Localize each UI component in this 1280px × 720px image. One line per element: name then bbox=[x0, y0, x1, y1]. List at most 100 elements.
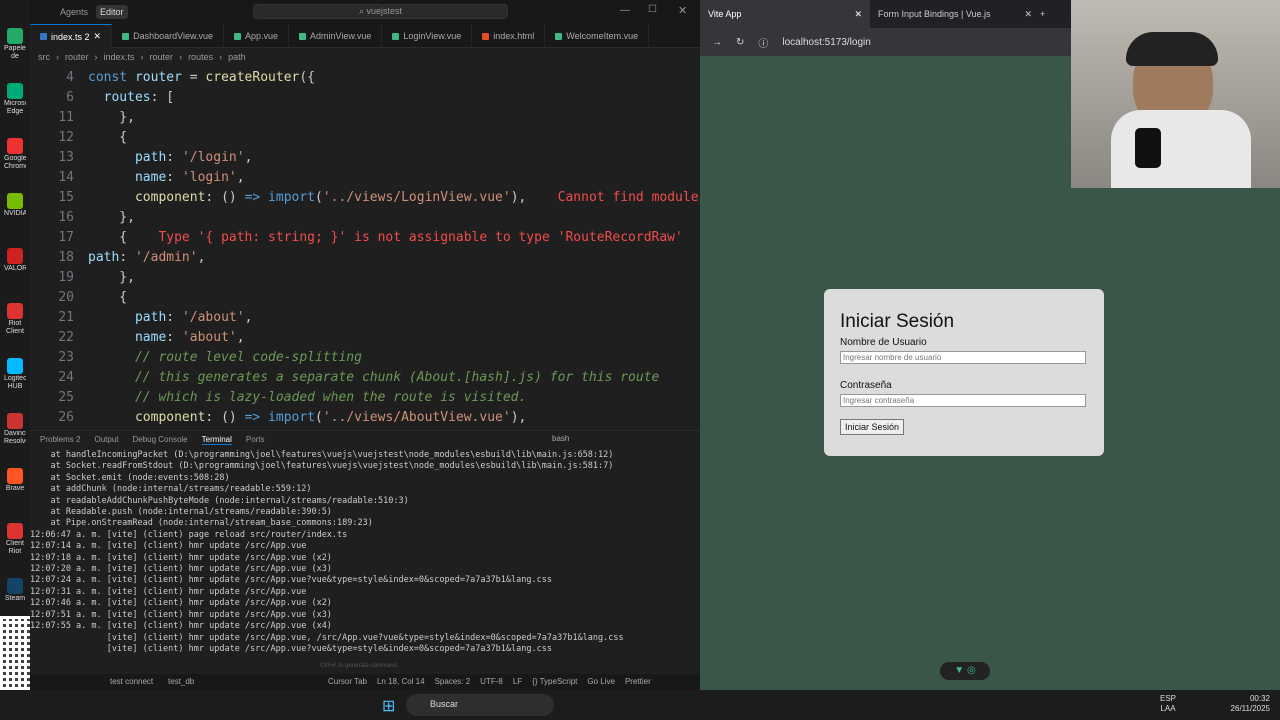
status-item[interactable]: Cursor Tab bbox=[328, 677, 367, 686]
code-editor: Agents Editor ⌕ vuejstest — ☐ ✕ index.ts… bbox=[30, 0, 700, 690]
login-button[interactable]: Iniciar Sesión bbox=[840, 419, 905, 435]
code-line[interactable]: { bbox=[88, 290, 127, 305]
forward-icon[interactable]: → bbox=[712, 37, 722, 48]
editor-tab[interactable]: DashboardView.vue bbox=[112, 24, 224, 48]
chevron-right-icon: › bbox=[140, 52, 144, 62]
editor-toggle[interactable]: Editor bbox=[96, 5, 128, 19]
desktop-icon[interactable]: Logitech HUB bbox=[4, 358, 26, 391]
breadcrumb-item[interactable]: router bbox=[65, 52, 89, 62]
username-label: Nombre de Usuario bbox=[840, 337, 927, 348]
password-input[interactable]: Ingresar contraseña bbox=[840, 394, 1086, 407]
breadcrumb-item[interactable]: path bbox=[228, 52, 246, 62]
command-search[interactable]: ⌕ vuejstest bbox=[253, 4, 508, 19]
desktop-icon[interactable]: Steam bbox=[4, 578, 26, 611]
language-indicator[interactable]: ESP LAA bbox=[1160, 694, 1176, 714]
tab-close-icon[interactable]: ✕ bbox=[854, 9, 862, 20]
code-line[interactable]: name: 'login', bbox=[88, 170, 245, 185]
file-icon bbox=[122, 32, 130, 40]
clock[interactable]: 00:32 26/11/2025 bbox=[1220, 694, 1270, 714]
desktop-icon[interactable]: VALORANT bbox=[4, 248, 26, 281]
panel-tab[interactable]: Output bbox=[94, 435, 118, 444]
status-item[interactable]: LF bbox=[513, 677, 522, 686]
code-line[interactable]: { Type '{ path: string; }' is not assign… bbox=[88, 230, 683, 245]
status-connection[interactable]: test connect bbox=[110, 677, 153, 686]
app-icon bbox=[7, 523, 23, 539]
editor-tab[interactable]: index.ts 2 ✕ bbox=[30, 24, 113, 48]
editor-tab[interactable]: WelcomeItem.vue bbox=[545, 24, 650, 48]
desktop-icon-label: Riot Client bbox=[6, 320, 24, 335]
status-item[interactable]: Ln 18, Col 14 bbox=[377, 677, 425, 686]
panel-tab[interactable]: Problems 2 bbox=[40, 435, 80, 444]
taskbar-search[interactable]: Buscar bbox=[406, 694, 554, 716]
desktop-icon[interactable]: NVIDIA bbox=[4, 193, 26, 226]
desktop-icon-label: NVIDIA bbox=[4, 210, 26, 217]
code-line[interactable]: routes: [ bbox=[88, 90, 174, 105]
tab-close-icon[interactable]: ✕ bbox=[1024, 9, 1032, 20]
status-item[interactable]: {} TypeScript bbox=[532, 677, 577, 686]
username-input[interactable]: Ingresar nombre de usuario bbox=[840, 351, 1086, 364]
info-icon[interactable]: ⓘ bbox=[758, 35, 768, 50]
tab-close-icon[interactable]: ✕ bbox=[94, 31, 102, 42]
terminal-line: 12:07:18 a. m. [vite] (client) hmr updat… bbox=[30, 552, 332, 563]
app-icon bbox=[7, 303, 23, 319]
terminal-shell[interactable]: bash bbox=[552, 434, 569, 443]
code-line[interactable]: // this generates a separate chunk (Abou… bbox=[88, 370, 659, 385]
terminal-line: [vite] (client) hmr update /src/App.vue,… bbox=[30, 632, 624, 643]
url-field[interactable]: localhost:5173/login bbox=[782, 37, 870, 48]
status-bar: test connect test_db Cursor Tab Ln 18, Co… bbox=[30, 674, 700, 690]
editor-tab-label: index.ts 2 bbox=[51, 31, 90, 42]
windows-start-icon[interactable]: ⊞ bbox=[382, 696, 395, 716]
desktop-icon[interactable]: Google Chrome bbox=[4, 138, 26, 171]
status-db[interactable]: test_db bbox=[168, 677, 194, 686]
code-line[interactable]: component: () => import('../views/LoginV… bbox=[88, 190, 699, 205]
code-line[interactable]: const router = createRouter({ bbox=[88, 70, 315, 85]
code-line[interactable]: path: '/admin', bbox=[88, 250, 205, 265]
code-line[interactable]: name: 'about', bbox=[88, 330, 245, 345]
code-line[interactable]: path: '/login', bbox=[88, 150, 252, 165]
code-line[interactable]: }, bbox=[88, 210, 135, 225]
minimize-icon[interactable]: — bbox=[620, 5, 630, 16]
breadcrumb-item[interactable]: routes bbox=[188, 52, 213, 62]
code-line[interactable]: }, bbox=[88, 270, 135, 285]
status-item[interactable]: Go Live bbox=[587, 677, 615, 686]
desktop-icon[interactable]: Davinci Resolve bbox=[4, 413, 26, 446]
code-line[interactable]: { bbox=[88, 130, 127, 145]
new-tab-icon[interactable]: + bbox=[1040, 9, 1045, 19]
terminal-output[interactable]: at handleIncomingPacket (D:\programming\… bbox=[30, 450, 700, 675]
desktop-icon[interactable]: Client Riot Desktop bbox=[4, 523, 26, 556]
reload-icon[interactable]: ↻ bbox=[736, 37, 744, 48]
status-item[interactable]: Prettier bbox=[625, 677, 651, 686]
code-area[interactable]: 4 const router = createRouter({6 routes: … bbox=[30, 66, 700, 428]
code-line[interactable]: // route level code-splitting bbox=[88, 350, 362, 365]
code-line[interactable]: path: '/about', bbox=[88, 310, 252, 325]
breadcrumb-item[interactable]: index.ts bbox=[104, 52, 135, 62]
terminal-line: 12:07:31 a. m. [vite] (client) hmr updat… bbox=[30, 586, 307, 597]
browser-tab[interactable]: Vite App ✕ bbox=[700, 0, 870, 28]
desktop-icon[interactable]: Brave bbox=[4, 468, 26, 501]
panel-tab[interactable]: Ports bbox=[246, 435, 265, 444]
desktop-icon[interactable]: Riot Client bbox=[4, 303, 26, 336]
panel-tab[interactable]: Terminal bbox=[201, 435, 232, 445]
editor-tab[interactable]: AdminView.vue bbox=[289, 24, 383, 48]
editor-tab[interactable]: LoginView.vue bbox=[382, 24, 473, 48]
panel-tab[interactable]: Debug Console bbox=[132, 435, 187, 444]
line-number: 12 bbox=[58, 130, 74, 145]
browser-tab[interactable]: Form Input Bindings | Vue.js ✕ bbox=[870, 0, 1040, 28]
file-icon bbox=[555, 32, 563, 40]
code-line[interactable]: }, bbox=[88, 110, 135, 125]
maximize-icon[interactable]: ☐ bbox=[648, 4, 657, 15]
breadcrumb-item[interactable]: src bbox=[38, 52, 50, 62]
agents-toggle[interactable]: Agents bbox=[60, 7, 88, 17]
code-line[interactable]: component: () => import('../views/AboutV… bbox=[88, 410, 526, 425]
code-line[interactable]: // which is lazy-loaded when the route i… bbox=[88, 390, 526, 405]
password-label: Contraseña bbox=[840, 380, 892, 391]
status-item[interactable]: UTF-8 bbox=[480, 677, 503, 686]
desktop-icon[interactable]: Microsoft Edge bbox=[4, 83, 26, 116]
close-icon[interactable]: ✕ bbox=[678, 4, 687, 17]
editor-tab[interactable]: App.vue bbox=[224, 24, 289, 48]
status-item[interactable]: Spaces: 2 bbox=[435, 677, 471, 686]
desktop-icon[interactable]: Papelera de reciclaje bbox=[4, 28, 26, 61]
vue-devtools-toggle[interactable]: ▼ ◎ bbox=[940, 662, 990, 680]
editor-tab[interactable]: index.html bbox=[472, 24, 546, 48]
breadcrumb-item[interactable]: router bbox=[150, 52, 174, 62]
